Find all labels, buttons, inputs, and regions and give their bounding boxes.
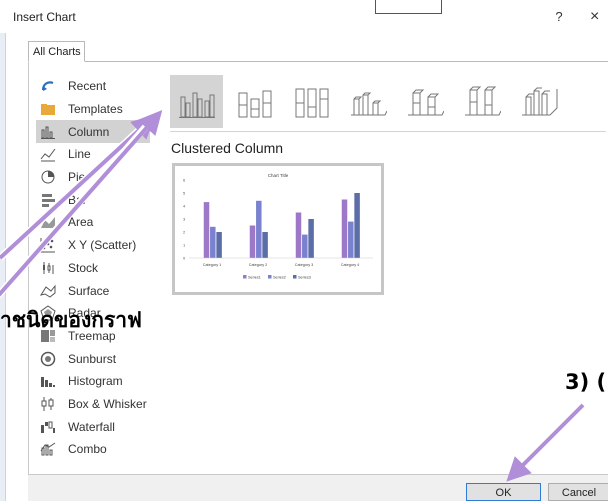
annotation-arrows xyxy=(0,110,586,482)
arrow-to-column xyxy=(0,114,156,260)
arrow-to-ok xyxy=(506,403,585,482)
annotation-select-type: าชนิดของกราฟ xyxy=(0,308,142,332)
arrow-to-subtype xyxy=(0,110,163,297)
tab-all-charts[interactable]: All Charts xyxy=(28,41,85,62)
annotation-step3: 3) ( xyxy=(565,370,607,394)
